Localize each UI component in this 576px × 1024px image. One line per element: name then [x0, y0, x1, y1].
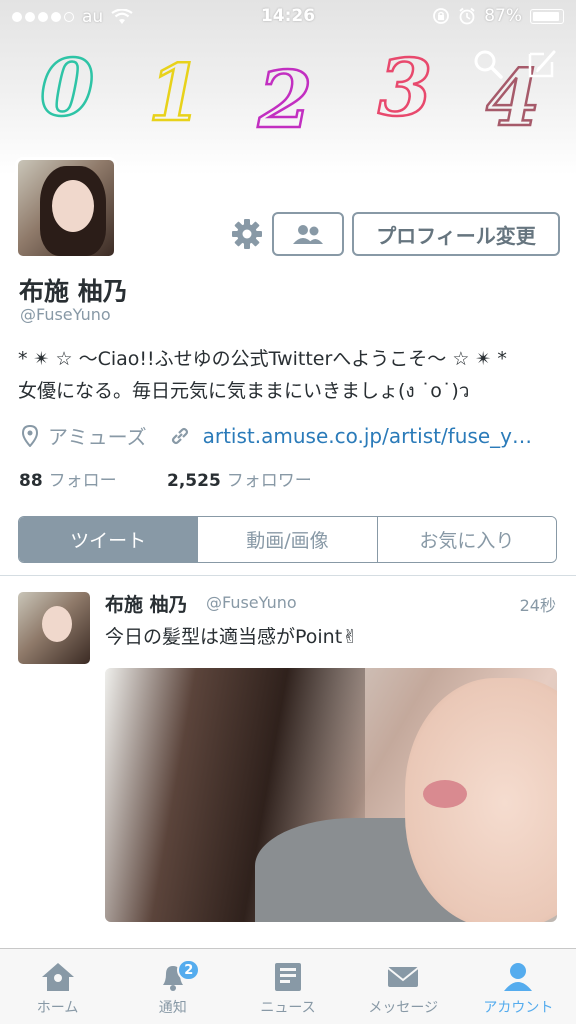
profile-location: アミューズ — [48, 425, 147, 449]
following-stat[interactable]: 88 フォロー — [19, 466, 167, 491]
profile-actions: プロフィール変更 — [230, 212, 560, 256]
following-count: 88 — [19, 471, 43, 491]
search-icon[interactable] — [472, 48, 504, 80]
tab-media[interactable]: 動画/画像 — [197, 517, 377, 562]
link-icon — [171, 427, 188, 444]
compose-tweet-icon[interactable] — [526, 48, 558, 80]
tabbar-news-label: ニュース — [260, 1000, 316, 1016]
tabbar-account-label: アカウント — [483, 1000, 554, 1016]
follow-counts: 88 フォロー 2,525 フォロワー — [19, 466, 312, 491]
status-right: 87% — [432, 6, 564, 26]
alarm-icon — [459, 7, 475, 25]
notifications-badge: 2 — [177, 959, 201, 981]
following-label: フォロー — [48, 471, 117, 491]
edit-profile-button[interactable]: プロフィール変更 — [352, 212, 560, 256]
news-icon — [275, 963, 301, 991]
tabbar-messages[interactable]: メッセージ — [346, 949, 461, 1024]
divider — [0, 575, 576, 576]
tabbar-account[interactable]: アカウント — [461, 949, 576, 1024]
profile-avatar[interactable] — [15, 157, 117, 259]
envelope-icon — [387, 967, 419, 987]
tabbar-news[interactable]: ニュース — [230, 949, 345, 1024]
tweet-avatar[interactable] — [18, 592, 90, 664]
status-bar: au 14:26 87% — [0, 0, 576, 34]
tabbar-messages-label: メッセージ — [368, 1000, 439, 1016]
profile-banner: au 14:26 87% 0 1 2 3 4 — [0, 0, 576, 175]
profile-bio: * ✴ ☆ 〜Ciao!!ふせゆの公式Twitterへようこそ〜 ☆ ✴ * 女… — [18, 343, 568, 407]
profile-handle: @FuseYuno — [20, 305, 111, 324]
tweet-text: 今日の髪型は適当感がPoint✌ — [105, 626, 359, 648]
bottom-tab-bar: ホーム 2 通知 ニュース メッセージ アカウント — [0, 948, 576, 1024]
battery-percent: 87% — [484, 6, 522, 26]
profile-name: 布施 柚乃 — [19, 277, 128, 306]
tabbar-home[interactable]: ホーム — [0, 949, 115, 1024]
banner-digit-1: 1 — [147, 48, 204, 139]
tab-tweets[interactable]: ツイート — [19, 517, 198, 562]
tweet-timestamp: 24秒 — [519, 596, 556, 615]
tweet-author-name: 布施 柚乃 — [105, 594, 188, 616]
location-pin-icon — [22, 424, 38, 447]
tweet-author-handle: @FuseYuno — [206, 593, 297, 612]
bio-line-2: 女優になる。毎日元気に気ままにいきましょ(ง ˙o˙)ว — [18, 380, 470, 402]
tabbar-notifications-label: 通知 — [158, 1000, 187, 1016]
followers-stat[interactable]: 2,525 フォロワー — [167, 466, 312, 491]
banner-digit-2: 2 — [257, 55, 314, 146]
followers-label: フォロワー — [226, 471, 312, 491]
settings-gear-icon[interactable] — [230, 217, 264, 251]
banner-digit-0: 0 — [39, 43, 96, 134]
bio-line-1: * ✴ ☆ 〜Ciao!!ふせゆの公式Twitterへようこそ〜 ☆ ✴ * — [18, 348, 507, 370]
profile-meta: アミューズ artist.amuse.co.jp/artist/fuse_yun… — [22, 421, 543, 450]
rotation-lock-icon — [433, 8, 450, 24]
tweet-photo[interactable] — [105, 668, 557, 922]
profile-tabs: ツイート 動画/画像 お気に入り — [18, 516, 557, 563]
tabbar-home-label: ホーム — [36, 1000, 79, 1016]
lists-button[interactable] — [272, 212, 344, 256]
tab-favorites[interactable]: お気に入り — [376, 517, 556, 562]
tabbar-notifications[interactable]: 2 通知 — [115, 949, 230, 1024]
banner-digit-3: 3 — [377, 43, 434, 134]
people-icon — [293, 225, 323, 244]
profile-url-link[interactable]: artist.amuse.co.jp/artist/fuse_yuno/ — [203, 424, 543, 448]
header-actions — [472, 48, 558, 80]
followers-count: 2,525 — [167, 471, 221, 491]
account-person-icon — [504, 963, 533, 991]
home-icon — [41, 963, 74, 991]
battery-icon — [530, 8, 564, 24]
